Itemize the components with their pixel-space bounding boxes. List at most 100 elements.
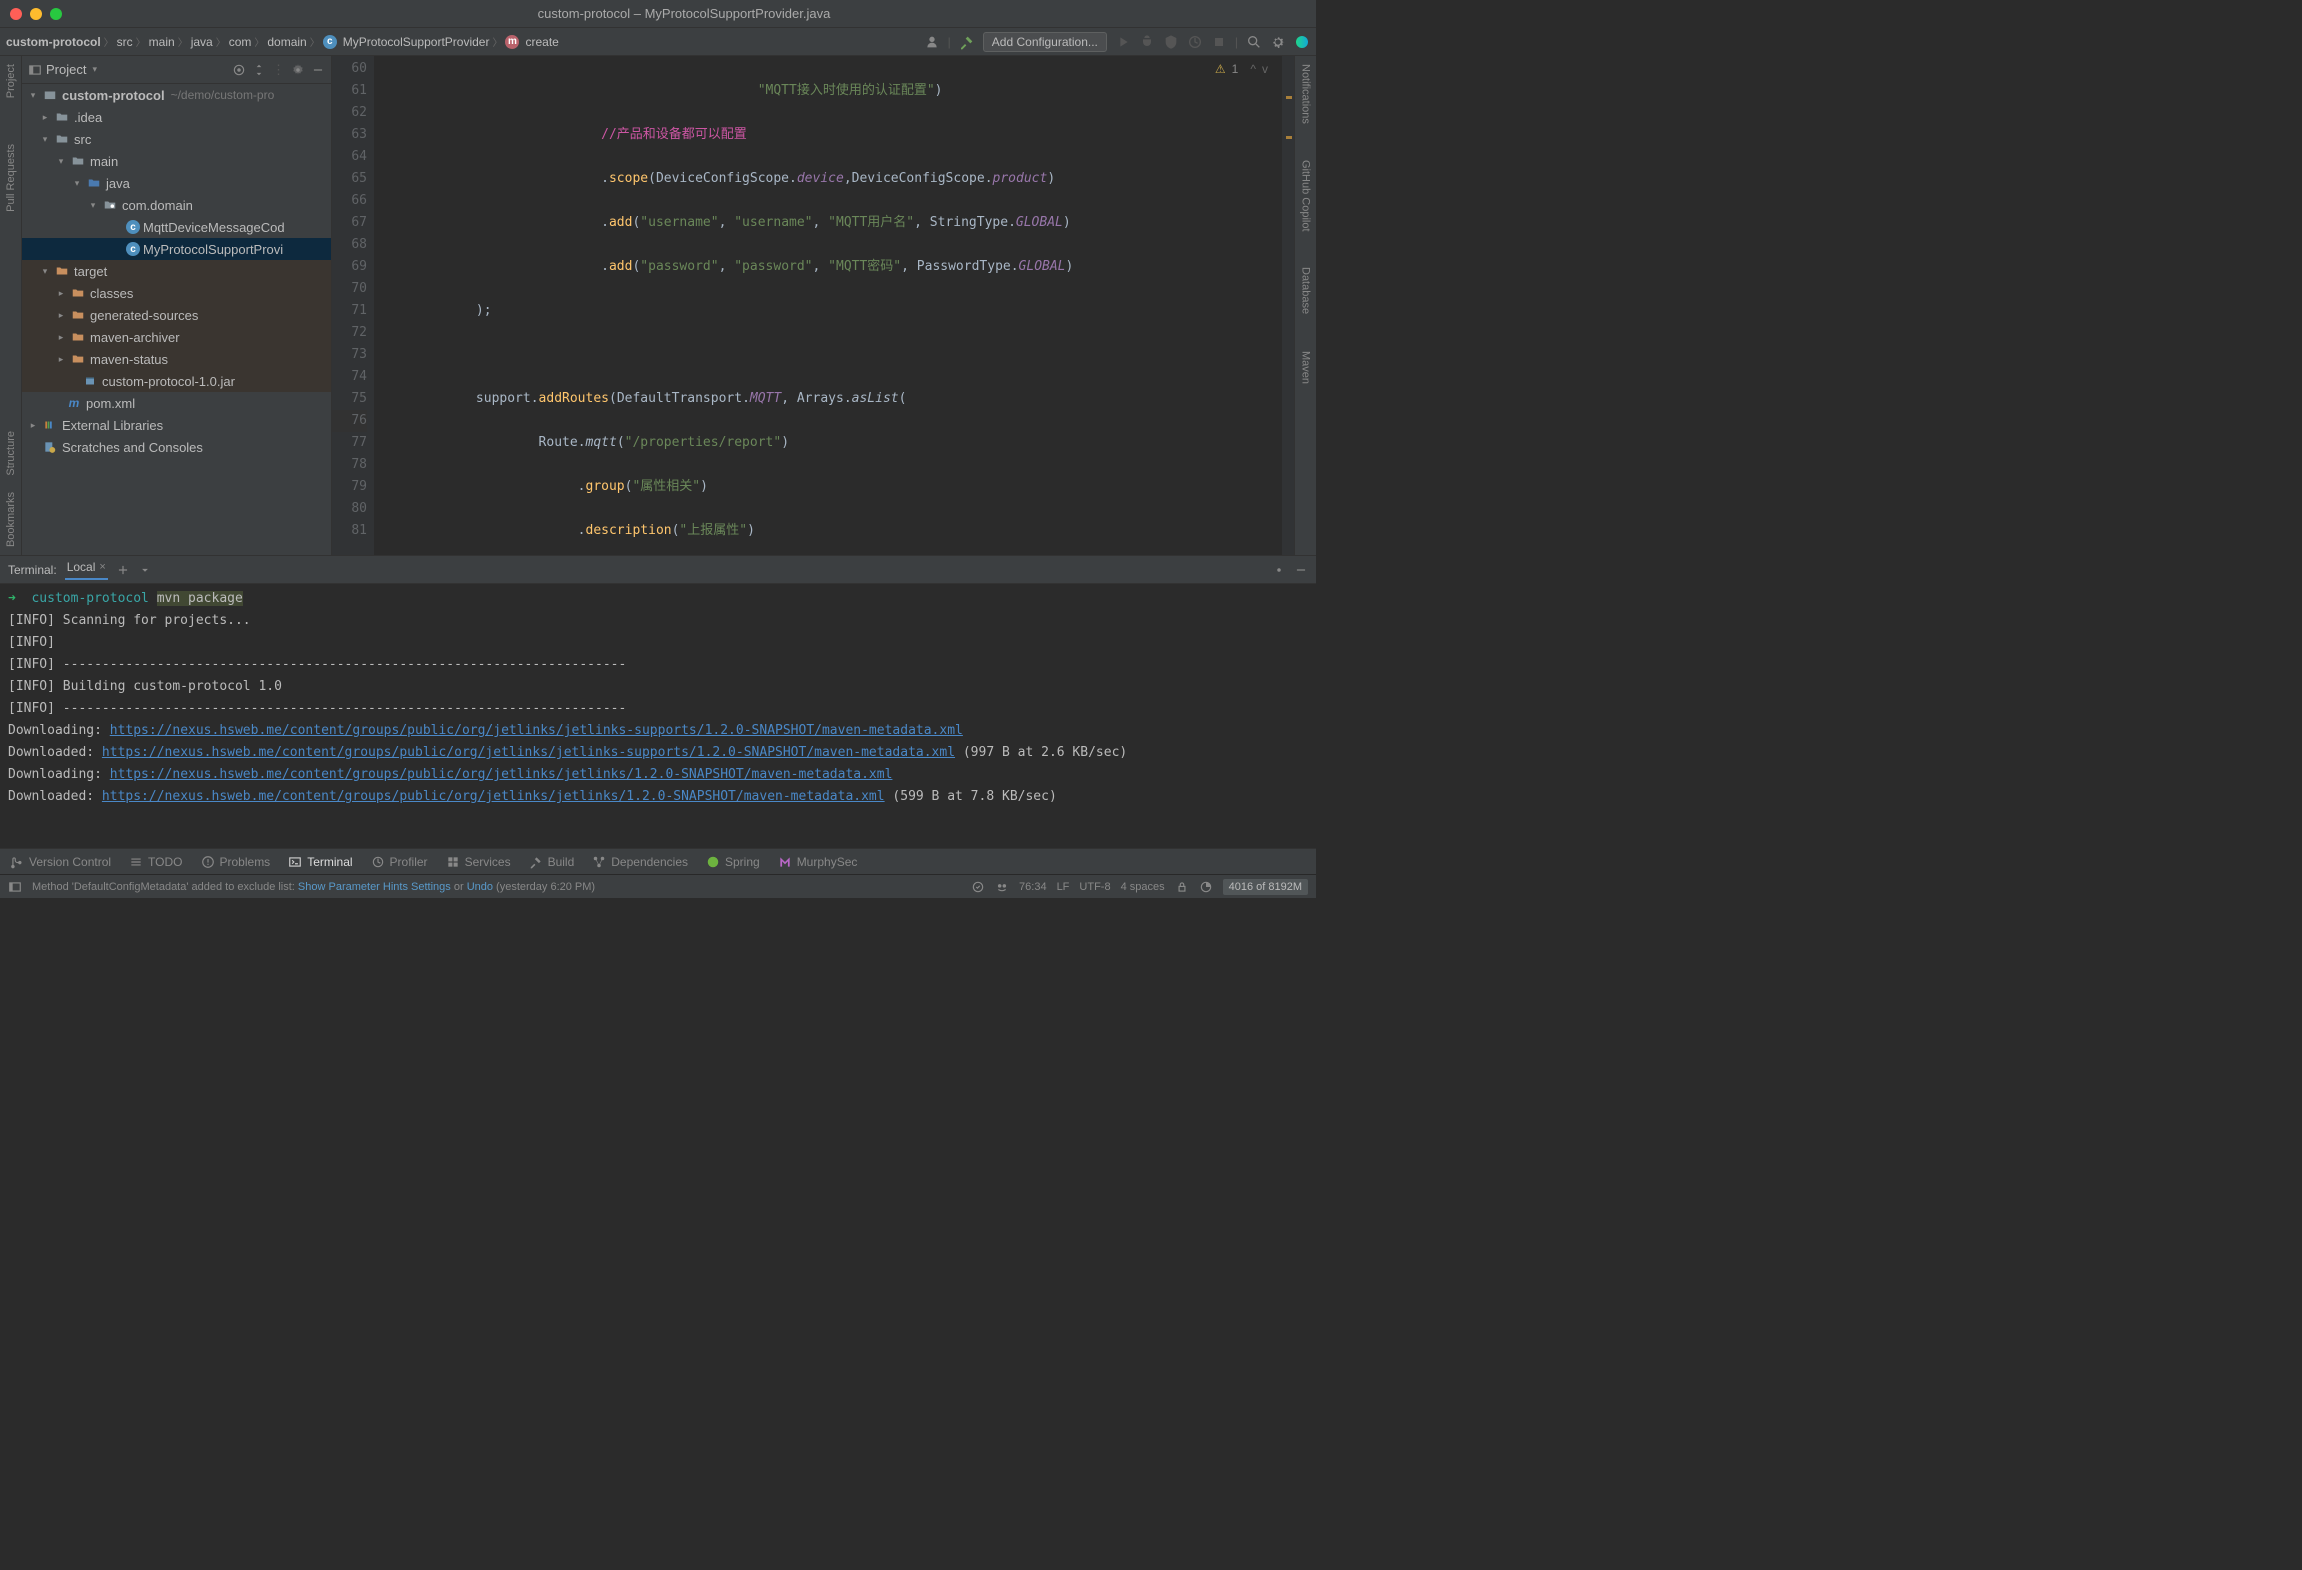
tree-gensrc[interactable]: generated-sources: [22, 304, 331, 326]
tree-scratches[interactable]: Scratches and Consoles: [22, 436, 331, 458]
copilot-status-icon[interactable]: [995, 880, 1009, 894]
tree-mvnarch[interactable]: maven-archiver: [22, 326, 331, 348]
todo-tool-tab[interactable]: TODO: [129, 855, 182, 869]
file-encoding[interactable]: UTF-8: [1079, 881, 1110, 893]
status-message: Method 'DefaultConfigMetadata' added to …: [32, 881, 961, 893]
spring-tool-tab[interactable]: Spring: [706, 855, 760, 869]
tree-main[interactable]: main: [22, 150, 331, 172]
readonly-icon[interactable]: [1175, 880, 1189, 894]
crumb-method[interactable]: create: [525, 35, 558, 49]
build-tool-tab[interactable]: Build: [529, 855, 575, 869]
main-toolbar: custom-protocol 〉 src 〉 main 〉 java 〉 co…: [0, 28, 1316, 56]
hide-terminal-icon[interactable]: [1294, 563, 1308, 577]
terminal-settings-icon[interactable]: [1272, 563, 1286, 577]
tree-target[interactable]: target: [22, 260, 331, 282]
status-link-undo[interactable]: Undo: [467, 881, 493, 893]
build-icon[interactable]: [959, 34, 975, 50]
tree-package[interactable]: com.domain: [22, 194, 331, 216]
maven-tool-tab[interactable]: Maven: [1300, 343, 1312, 392]
indent-setting[interactable]: 4 spaces: [1121, 881, 1165, 893]
tree-java[interactable]: java: [22, 172, 331, 194]
terminal-body[interactable]: ➜ custom-protocol mvn package [INFO] Sca…: [0, 584, 1316, 848]
code-editor[interactable]: 6061626364656667686970717273747576777879…: [332, 56, 1294, 555]
tree-ext-libs[interactable]: External Libraries: [22, 414, 331, 436]
project-tree[interactable]: custom-protocol ~/demo/custom-pro .idea …: [22, 84, 331, 555]
tree-file-provider[interactable]: c MyProtocolSupportProvi: [22, 238, 331, 260]
tree-idea[interactable]: .idea: [22, 106, 331, 128]
select-opened-file-icon[interactable]: [232, 63, 246, 77]
terminal-dropdown-icon[interactable]: [138, 563, 152, 577]
debug-icon[interactable]: [1139, 34, 1155, 50]
run-icon[interactable]: [1115, 34, 1131, 50]
tree-mvnstat[interactable]: maven-status: [22, 348, 331, 370]
close-window-button[interactable]: [10, 8, 22, 20]
maximize-window-button[interactable]: [50, 8, 62, 20]
bookmarks-tool-tab[interactable]: Bookmarks: [5, 484, 17, 555]
copilot-tool-tab[interactable]: GitHub Copilot: [1300, 152, 1312, 240]
problems-tool-tab[interactable]: Problems: [201, 855, 271, 869]
settings-icon[interactable]: [1270, 34, 1286, 50]
expand-all-icon[interactable]: [252, 63, 266, 77]
database-tool-tab[interactable]: Database: [1300, 259, 1312, 322]
tree-root[interactable]: custom-protocol ~/demo/custom-pro: [22, 84, 331, 106]
tree-file-codec[interactable]: c MqttDeviceMessageCod: [22, 216, 331, 238]
stop-icon[interactable]: [1211, 34, 1227, 50]
terminal-tab-local[interactable]: Local ×: [65, 560, 108, 580]
editor-pane: 6061626364656667686970717273747576777879…: [332, 56, 1294, 555]
window-title: custom-protocol – MyProtocolSupportProvi…: [62, 6, 1306, 21]
tree-src[interactable]: src: [22, 128, 331, 150]
add-configuration-button[interactable]: Add Configuration...: [983, 32, 1107, 52]
status-link-settings[interactable]: Show Parameter Hints Settings: [298, 881, 451, 893]
profile-icon[interactable]: [1187, 34, 1203, 50]
close-tab-icon[interactable]: ×: [99, 561, 105, 573]
search-icon[interactable]: [1246, 34, 1262, 50]
user-dropdown-icon[interactable]: [924, 34, 940, 50]
class-icon: c: [323, 35, 337, 49]
gutter: 6061626364656667686970717273747576777879…: [332, 56, 374, 555]
minimize-window-button[interactable]: [30, 8, 42, 20]
hide-panel-icon[interactable]: [311, 63, 325, 77]
profiler-tool-tab[interactable]: Profiler: [371, 855, 428, 869]
tree-classes[interactable]: classes: [22, 282, 331, 304]
tool-windows-icon[interactable]: [8, 880, 22, 894]
project-tool-tab[interactable]: Project: [5, 56, 17, 106]
new-terminal-icon[interactable]: [116, 563, 130, 577]
line-separator[interactable]: LF: [1057, 881, 1070, 893]
terminal-header: Terminal: Local ×: [0, 556, 1316, 584]
project-view-selector[interactable]: Project ▾: [28, 62, 97, 77]
vcs-tool-tab[interactable]: Version Control: [10, 855, 111, 869]
settings-icon[interactable]: [291, 63, 305, 77]
editor-scrollbar[interactable]: [1282, 56, 1294, 555]
sync-icon[interactable]: [971, 880, 985, 894]
crumb-main[interactable]: main: [149, 35, 175, 49]
structure-tool-tab[interactable]: Structure: [5, 423, 17, 484]
crumb-class[interactable]: MyProtocolSupportProvider: [343, 35, 490, 49]
terminal-label: Terminal:: [8, 563, 57, 577]
terminal-tool-tab[interactable]: Terminal: [288, 855, 352, 869]
crumb-java[interactable]: java: [191, 35, 213, 49]
crumb-domain[interactable]: domain: [267, 35, 306, 49]
method-icon: m: [505, 35, 519, 49]
breadcrumb: custom-protocol 〉 src 〉 main 〉 java 〉 co…: [6, 34, 920, 49]
cursor-position[interactable]: 76:34: [1019, 881, 1047, 893]
services-tool-tab[interactable]: Services: [446, 855, 511, 869]
crumb-src[interactable]: src: [117, 35, 133, 49]
crumb-root[interactable]: custom-protocol: [6, 35, 101, 49]
crumb-com[interactable]: com: [229, 35, 252, 49]
window-titlebar: custom-protocol – MyProtocolSupportProvi…: [0, 0, 1316, 28]
memory-indicator[interactable]: 4016 of 8192M: [1223, 879, 1308, 895]
jetbrains-icon[interactable]: [1294, 34, 1310, 50]
tree-jar[interactable]: custom-protocol-1.0.jar: [22, 370, 331, 392]
left-toolstrip: Project Pull Requests Structure Bookmark…: [0, 56, 22, 555]
editor-inspections[interactable]: ⚠ 1 ^ v: [1215, 62, 1268, 76]
pull-requests-tool-tab[interactable]: Pull Requests: [5, 136, 17, 220]
dependencies-tool-tab[interactable]: Dependencies: [592, 855, 688, 869]
warning-icon: ⚠: [1215, 62, 1226, 76]
notifications-tool-tab[interactable]: Notifications: [1300, 56, 1312, 132]
coverage-icon[interactable]: [1163, 34, 1179, 50]
murphy-tool-tab[interactable]: MurphySec: [778, 855, 858, 869]
terminal-panel: Terminal: Local × ➜ custom-protocol mvn …: [0, 555, 1316, 848]
presentation-icon[interactable]: [1199, 880, 1213, 894]
code-area[interactable]: "MQTT接入时使用的认证配置") //产品和设备都可以配置 .scope(De…: [374, 56, 1294, 555]
tree-pom[interactable]: m pom.xml: [22, 392, 331, 414]
